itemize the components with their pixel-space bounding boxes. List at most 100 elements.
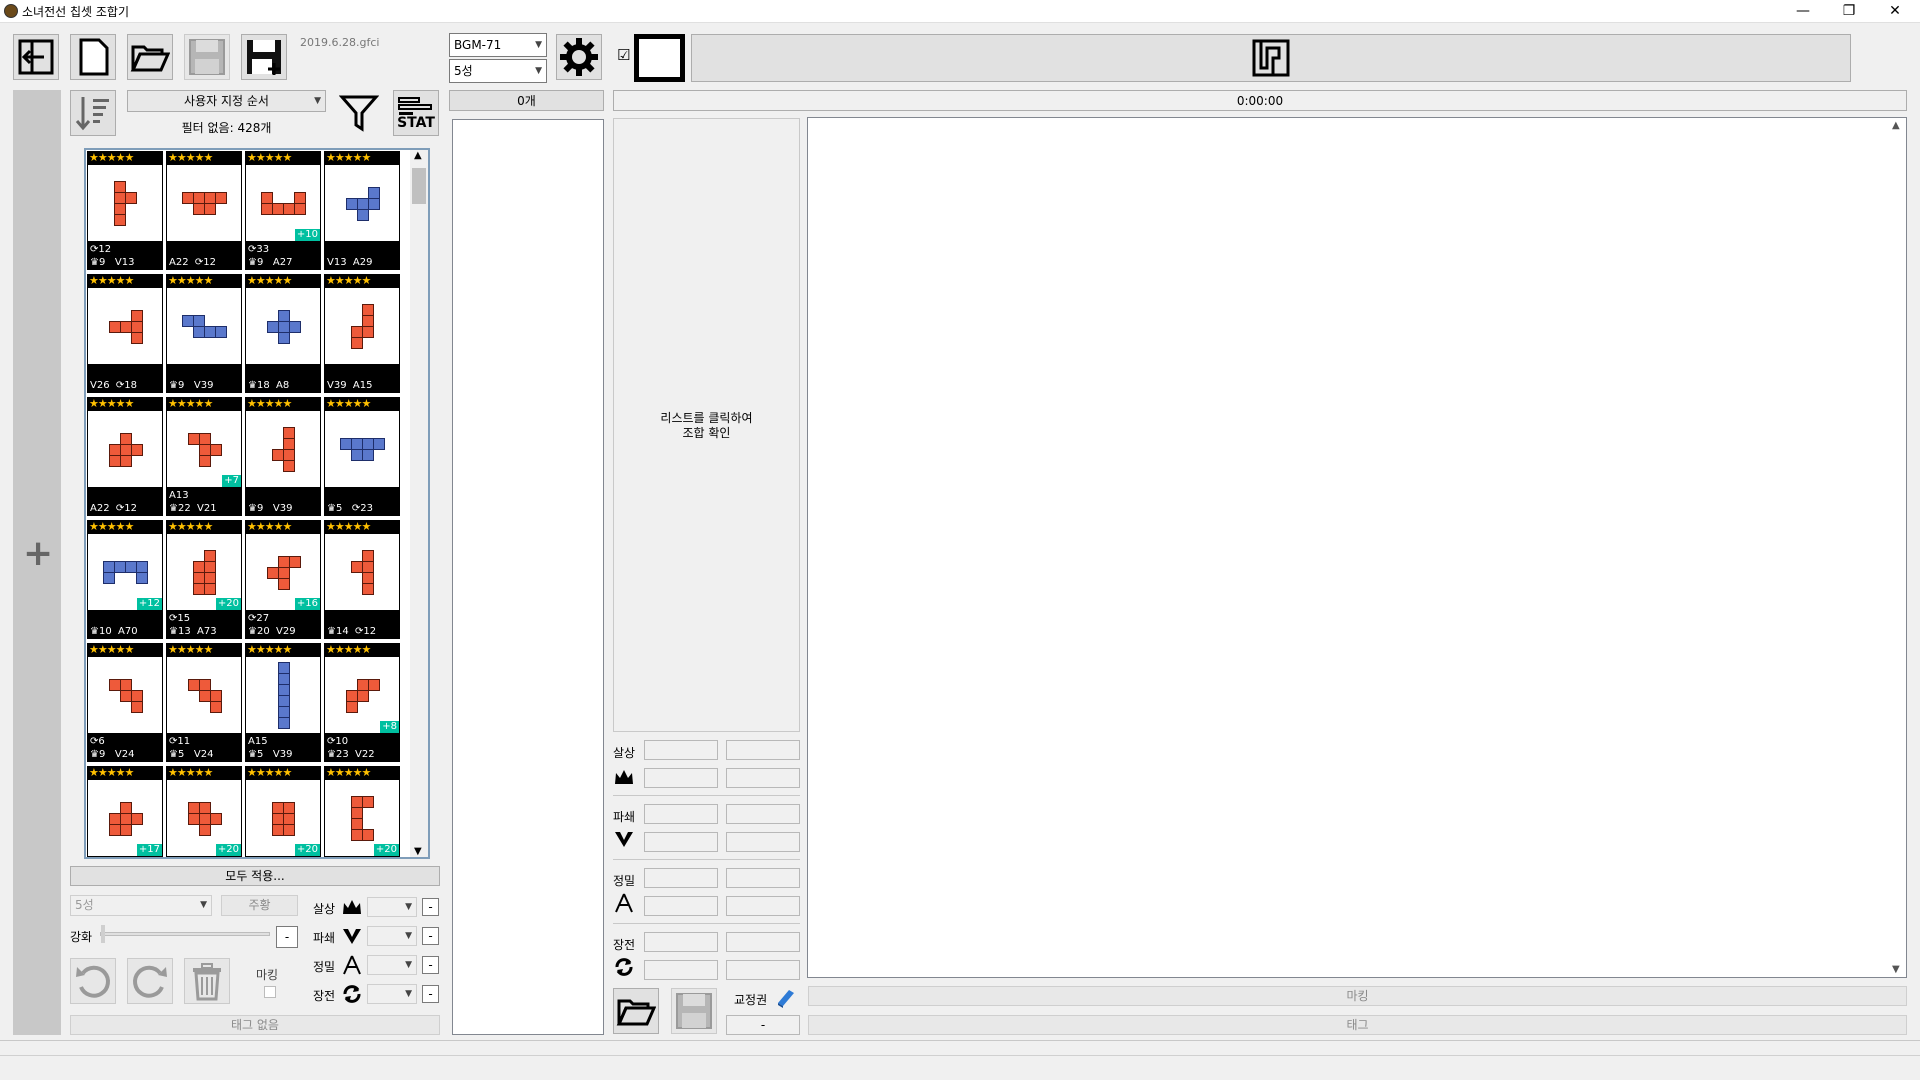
- chip-color-button[interactable]: 주황: [221, 895, 298, 916]
- save-combination-button[interactable]: [671, 988, 717, 1034]
- reload-minus-button[interactable]: -: [422, 985, 439, 1003]
- chip-card[interactable]: ★★★★★ A22 ⟳12: [166, 151, 242, 270]
- chip-card[interactable]: ★★★★★ ⟳11 ♛5 V24: [166, 643, 242, 762]
- ticket-value: -: [726, 1015, 800, 1035]
- chip-cell: [131, 701, 143, 713]
- chip-stars: ★★★★★: [168, 397, 213, 410]
- board-scrollbar[interactable]: ▲ ▼: [1887, 118, 1906, 977]
- mark-button[interactable]: 마킹: [808, 986, 1907, 1006]
- chevron-down-icon: ▼: [535, 66, 542, 76]
- enable-checkbox[interactable]: ☑: [617, 48, 630, 63]
- back-button[interactable]: [13, 34, 59, 80]
- open-folder-button[interactable]: [127, 34, 173, 80]
- chip-card[interactable]: ★★★★★ +20 ⟳15 ♛13 A73: [166, 520, 242, 639]
- color-preview-box[interactable]: [634, 34, 685, 82]
- crown-icon: [615, 770, 633, 784]
- chip-stars: ★★★★★: [89, 520, 134, 533]
- board-button[interactable]: [691, 34, 1851, 82]
- chip-card[interactable]: ★★★★★ +16 ⟳27 ♛20 V29: [245, 520, 321, 639]
- filter-icon: [339, 95, 379, 132]
- chip-shape: [88, 288, 162, 364]
- chip-list[interactable]: ★★★★★ ⟳12 ♛9 V13 ★★★★★ A22 ⟳12 ★★★★★ +10 ⟳33 ♛…: [84, 148, 430, 859]
- chip-card[interactable]: ★★★★★ ♛9 V39: [245, 397, 321, 516]
- tag-button[interactable]: 태그: [808, 1015, 1907, 1035]
- chip-card[interactable]: ★★★★★ V26 ⟳18: [87, 274, 163, 393]
- chip-card[interactable]: ★★★★★ ♛14 ⟳12: [324, 520, 400, 639]
- rotate-right-icon: [133, 965, 167, 998]
- chevron-down-icon: ▼: [405, 960, 412, 970]
- chip-list-scrollbar[interactable]: ▲ ▼: [410, 150, 428, 857]
- scroll-down-icon: ▼: [1892, 964, 1900, 975]
- save-button[interactable]: [184, 34, 230, 80]
- chip-card[interactable]: ★★★★★ +10 ⟳33 ♛9 A27: [245, 151, 321, 270]
- open-combination-button[interactable]: [613, 988, 659, 1034]
- chip-shape: [88, 411, 162, 487]
- precision-minus-button[interactable]: -: [422, 956, 439, 974]
- damage-select[interactable]: ▼: [367, 897, 417, 917]
- chip-stars: ★★★★★: [89, 766, 134, 779]
- chip-cell: [125, 192, 137, 204]
- save-as-button[interactable]: [241, 34, 287, 80]
- chip-card[interactable]: ★★★★★ ♛18 A8: [245, 274, 321, 393]
- chip-card[interactable]: ★★★★★ A22 ⟳12: [87, 397, 163, 516]
- chip-stars: ★★★★★: [247, 520, 292, 533]
- maximize-button[interactable]: ❐: [1826, 0, 1872, 22]
- breach-select[interactable]: ▼: [367, 926, 417, 946]
- sort-direction-button[interactable]: [70, 90, 116, 136]
- rotate-left-button[interactable]: [70, 958, 116, 1004]
- chip-card[interactable]: ★★★★★ +12 ♛10 A70: [87, 520, 163, 639]
- chip-stats: ♛10 A70: [90, 626, 138, 637]
- chip-card[interactable]: ★★★★★ ⟳6 ♛9 V24: [87, 643, 163, 762]
- board-panel[interactable]: [807, 117, 1907, 978]
- add-chip-column[interactable]: +: [13, 90, 61, 1035]
- chip-card[interactable]: ★★★★★ A15 ♛5 V39: [245, 643, 321, 762]
- breach-minus-button[interactable]: -: [422, 927, 439, 945]
- mark-checkbox[interactable]: [264, 986, 276, 998]
- breach-icon: [615, 832, 633, 847]
- scroll-thumb[interactable]: [412, 168, 426, 204]
- chip-card[interactable]: ★★★★★ +17: [87, 766, 163, 857]
- window-title: 소녀전선 칩셋 조합기: [22, 5, 129, 19]
- detail-damage-box-3: [644, 768, 718, 788]
- star-select[interactable]: 5성 ▼: [449, 59, 547, 83]
- close-button[interactable]: ✕: [1872, 0, 1918, 22]
- chip-stars: ★★★★★: [326, 643, 371, 656]
- reload-select[interactable]: ▼: [367, 984, 417, 1004]
- chip-cell: [351, 337, 363, 349]
- gun-select[interactable]: BGM-71 ▼: [449, 33, 547, 57]
- precision-icon: [343, 955, 361, 975]
- minimize-button[interactable]: —: [1780, 0, 1826, 22]
- filter-button[interactable]: [336, 90, 382, 136]
- apply-all-button[interactable]: 모두 적용...: [70, 866, 440, 886]
- chip-card[interactable]: ★★★★★ +20: [166, 766, 242, 857]
- divider: [613, 923, 800, 924]
- damage-minus-button[interactable]: -: [422, 898, 439, 916]
- enhance-minus-button[interactable]: -: [276, 926, 298, 948]
- delete-button[interactable]: [184, 958, 230, 1004]
- settings-button[interactable]: [556, 34, 602, 80]
- chip-card[interactable]: ★★★★★ ♛9 V39: [166, 274, 242, 393]
- chip-card[interactable]: ★★★★★ +7 A13 ♛22 V21: [166, 397, 242, 516]
- detail-reload-box-1: [644, 932, 718, 952]
- combination-list[interactable]: [452, 119, 604, 1035]
- stat-button[interactable]: STAT: [393, 90, 439, 136]
- chip-star-select[interactable]: 5성 ▼: [70, 895, 212, 916]
- chip-card[interactable]: ★★★★★ V13 A29: [324, 151, 400, 270]
- chip-card[interactable]: ★★★★★ +20: [245, 766, 321, 857]
- rotate-right-button[interactable]: [127, 958, 173, 1004]
- enhance-slider[interactable]: [100, 925, 270, 943]
- chip-card[interactable]: ★★★★★ ⟳12 ♛9 V13: [87, 151, 163, 270]
- sort-select[interactable]: 사용자 지정 순서 ▼: [127, 90, 326, 112]
- chip-cell: [210, 444, 222, 456]
- chip-card[interactable]: ★★★★★ V39 A15: [324, 274, 400, 393]
- chip-card[interactable]: ★★★★★ ♛5 ⟳23: [324, 397, 400, 516]
- chip-cell: [199, 824, 211, 836]
- tag-none-button[interactable]: 태그 없음: [70, 1015, 440, 1035]
- new-file-button[interactable]: [70, 34, 116, 80]
- precision-select[interactable]: ▼: [367, 955, 417, 975]
- enhance-slider-thumb[interactable]: [101, 925, 105, 943]
- chip-card[interactable]: ★★★★★ +20: [324, 766, 400, 857]
- chip-card[interactable]: ★★★★★ +8 ⟳10 ♛23 V22: [324, 643, 400, 762]
- chip-stats: ⟳6 ♛9 V24: [90, 736, 135, 760]
- chip-cell: [120, 455, 132, 467]
